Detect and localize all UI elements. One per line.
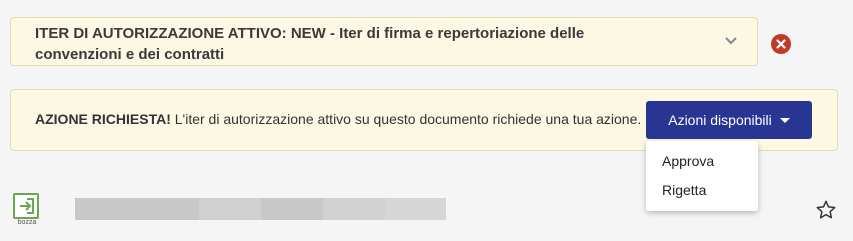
chevron-down-icon[interactable]	[721, 31, 741, 51]
iter-title: ITER DI AUTORIZZAZIONE ATTIVO: NEW - Ite…	[35, 25, 585, 63]
action-required-text: L'iter di autorizzazione attivo su quest…	[170, 111, 642, 127]
menu-item-approve[interactable]: Approva	[662, 153, 714, 169]
available-actions-button[interactable]: Azioni disponibili	[646, 101, 812, 139]
available-actions-label: Azioni disponibili	[668, 112, 772, 128]
menu-item-reject[interactable]: Rigetta	[662, 182, 706, 198]
close-icon[interactable]	[771, 34, 791, 54]
action-required-message: AZIONE RICHIESTA! L'iter di autorizzazio…	[35, 111, 641, 127]
document-title-placeholder	[75, 198, 446, 220]
action-required-label: AZIONE RICHIESTA!	[35, 111, 171, 127]
caret-down-icon	[779, 117, 790, 123]
actions-dropdown-menu: Approva Rigetta	[646, 141, 758, 211]
draft-label: bozza	[17, 219, 37, 226]
draft-document-icon: bozza	[12, 192, 42, 228]
star-icon[interactable]	[815, 199, 837, 221]
authorization-iter-panel[interactable]: ITER DI AUTORIZZAZIONE ATTIVO: NEW - Ite…	[10, 17, 758, 66]
